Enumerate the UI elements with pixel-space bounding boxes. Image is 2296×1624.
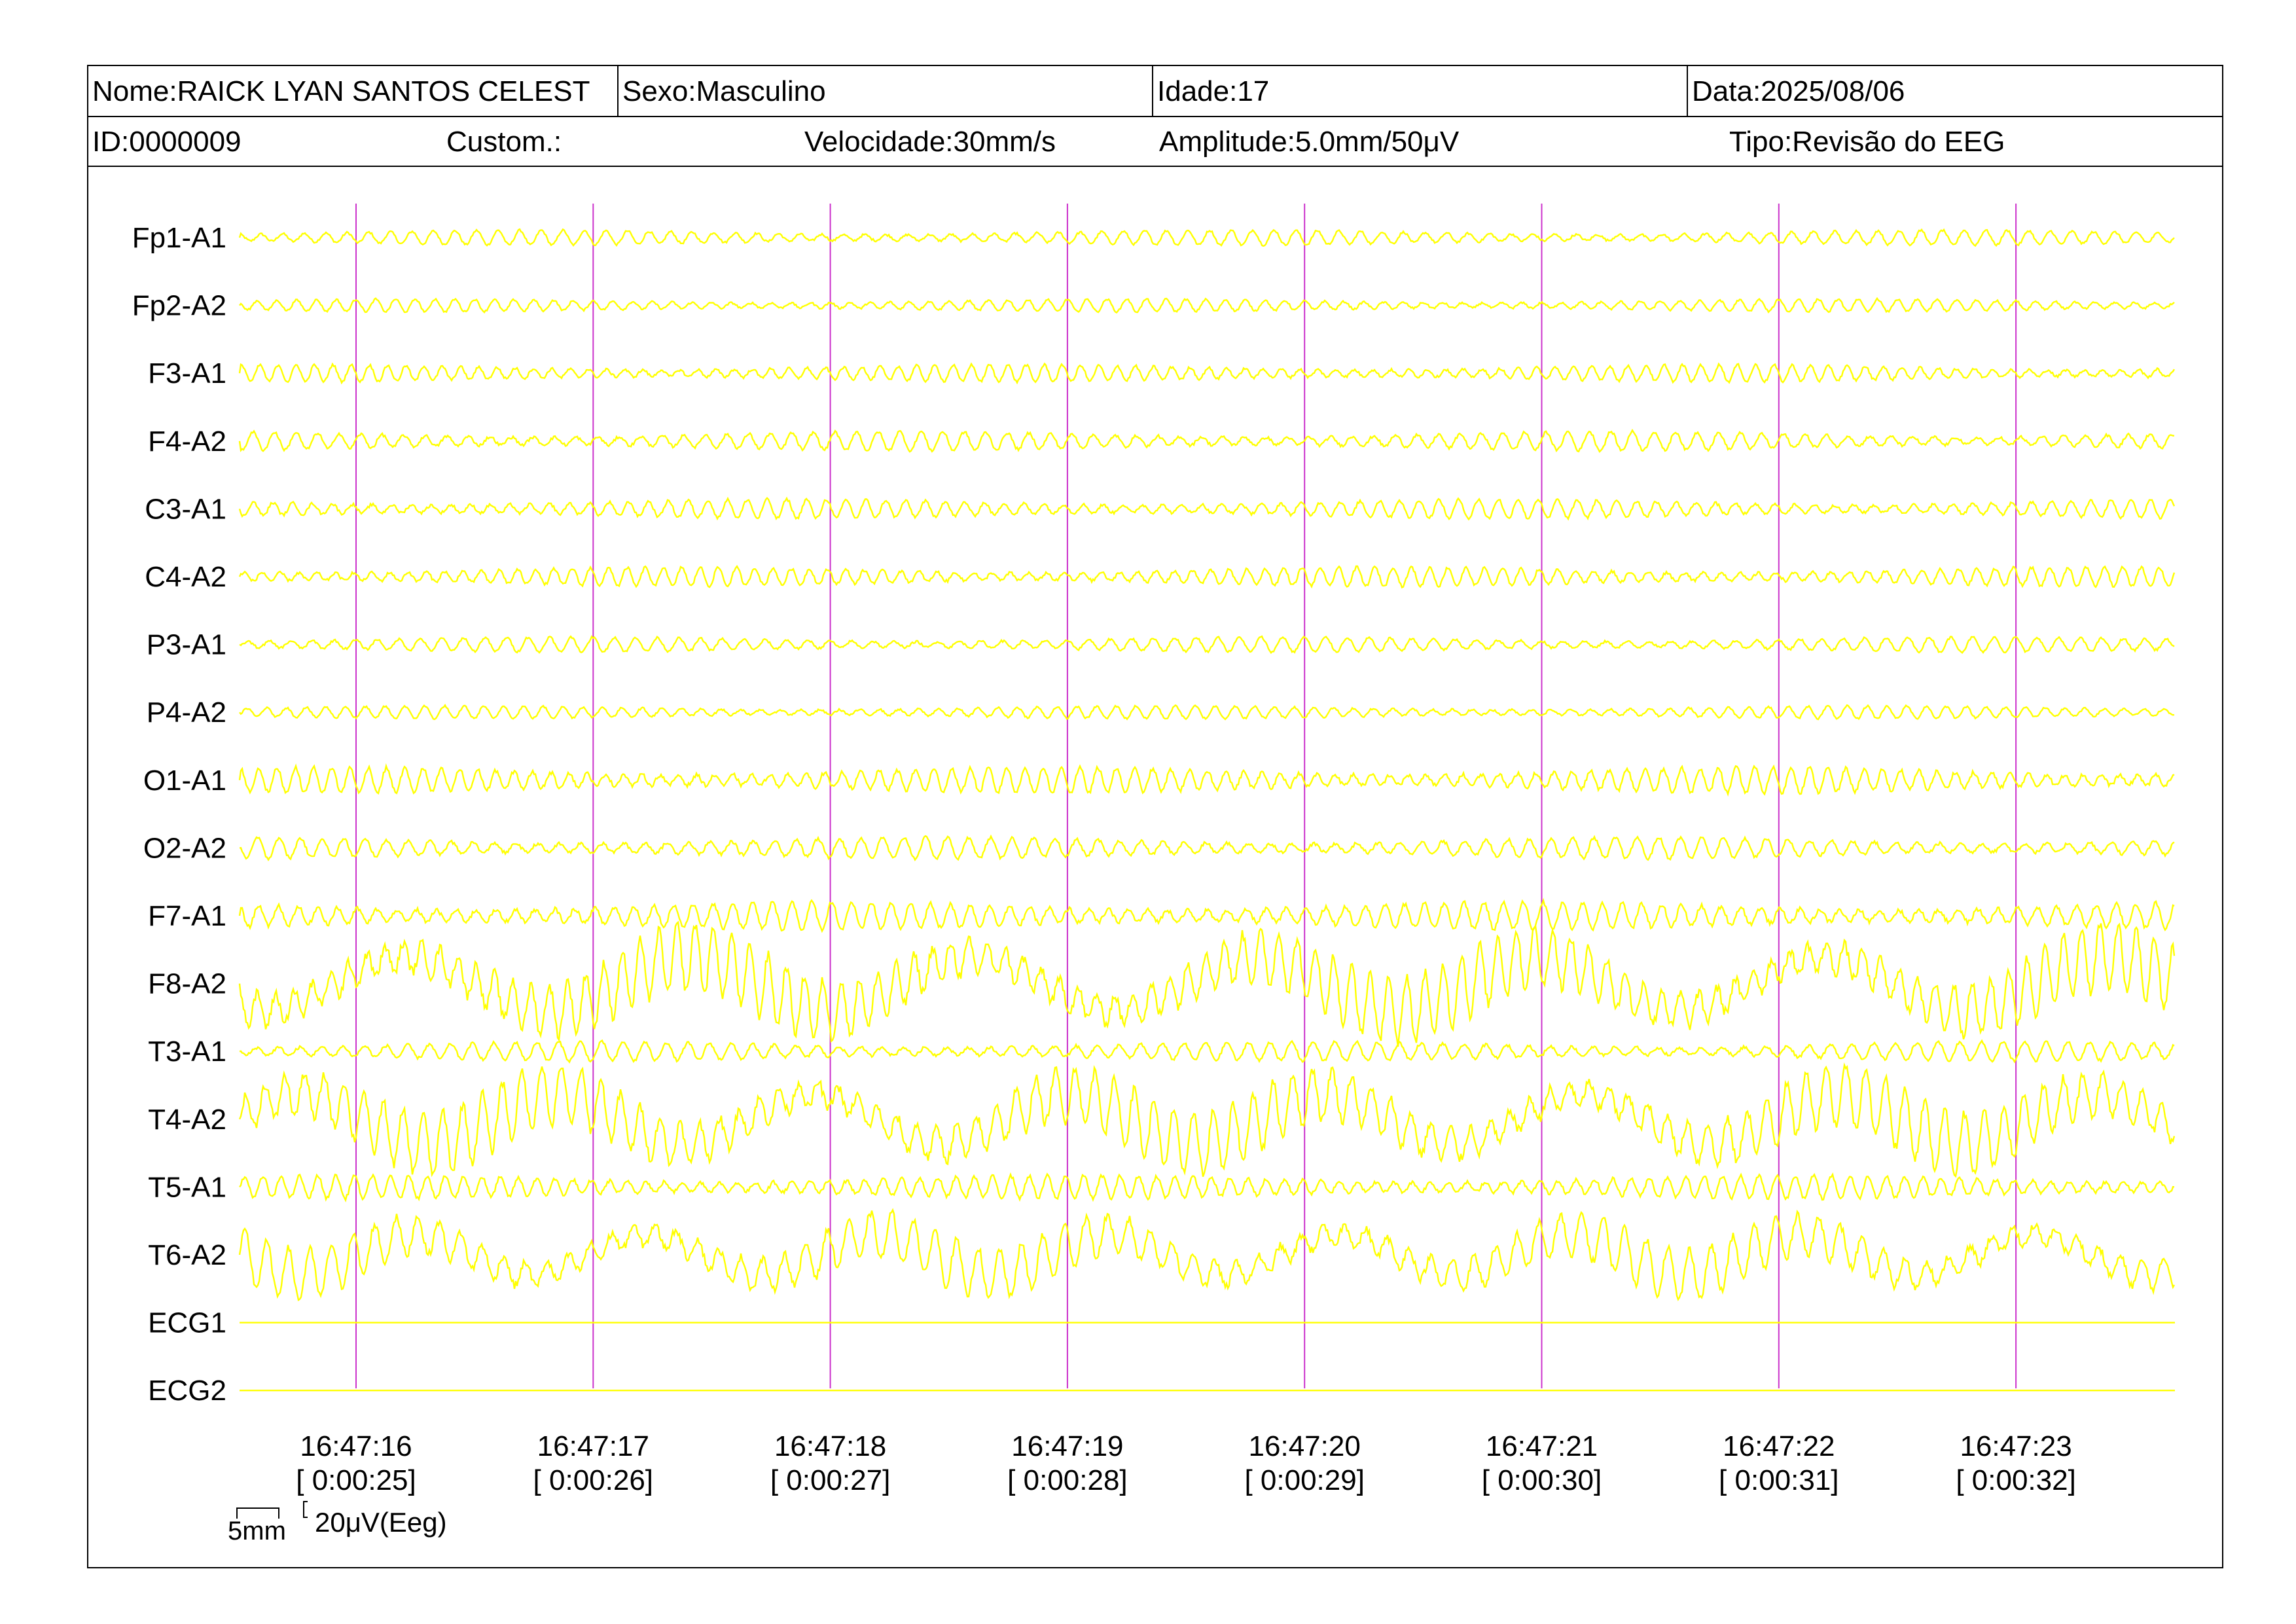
channel-label: F7-A1 [148,900,226,932]
time-label-elapsed: [ 0:00:30] [1482,1464,1602,1496]
channel-trace [238,1062,2176,1178]
time-label-clock: 16:47:19 [1011,1430,1123,1462]
channel-traces [238,228,2176,1392]
channel-trace [239,297,2175,314]
channel-label: F3-A1 [148,357,226,389]
channel-trace [238,763,2175,797]
channel-trace [238,428,2175,454]
time-label-elapsed: [ 0:00:32] [1956,1464,2075,1496]
time-label-elapsed: [ 0:00:26] [533,1464,653,1496]
time-label-elapsed: [ 0:00:25] [296,1464,416,1496]
channel-trace [239,635,2175,655]
channel-labels: Fp1-A1 Fp2-A2 F3-A1 F4-A2 C3-A1 C4-A2 P3-A1 P4-… [132,222,226,1407]
time-label-elapsed: [ 0:00:28] [1007,1464,1127,1496]
time-label-elapsed: [ 0:00:31] [1719,1464,1839,1496]
channel-label: C3-A1 [145,493,226,525]
channel-label: Fp2-A2 [132,290,226,322]
channel-trace [238,362,2176,385]
channel-label: ECG2 [148,1375,226,1407]
eeg-chart: Fp1-A1 Fp2-A2 F3-A1 F4-A2 C3-A1 C4-A2 P3-A1 P4-… [132,204,2176,1545]
channel-label: C4-A2 [145,561,226,593]
time-label-elapsed: [ 0:00:29] [1244,1464,1364,1496]
channel-label: P4-A2 [147,696,226,729]
channel-trace [238,564,2176,589]
time-labels: 16:47:16[ 0:00:25] 16:47:17[ 0:00:26] 16:4… [296,1430,2076,1496]
time-label-clock: 16:47:16 [300,1430,412,1462]
channel-label: P3-A1 [147,629,226,661]
scale-bar: 5mm 20μV(Eeg) [228,1501,447,1545]
channel-trace [238,228,2175,247]
time-label-clock: 16:47:18 [774,1430,886,1462]
channel-trace [239,834,2175,861]
time-label-elapsed: [ 0:00:27] [770,1464,890,1496]
channel-label: O2-A2 [143,832,226,864]
time-scale-label: 5mm [228,1517,286,1545]
channel-label: T3-A1 [148,1036,226,1068]
channel-label: Fp1-A1 [132,222,226,254]
channel-trace [239,1172,2174,1203]
channel-label: O1-A1 [143,765,226,797]
channel-trace [239,1039,2175,1064]
time-label-clock: 16:47:17 [537,1430,649,1462]
channel-label: ECG1 [148,1307,226,1339]
channel-label: F4-A2 [148,425,226,458]
time-label-clock: 16:47:21 [1486,1430,1598,1462]
time-label-clock: 16:47:20 [1249,1430,1361,1462]
amplitude-scale-label: 20μV(Eeg) [315,1507,447,1538]
channel-trace [238,1208,2176,1301]
channel-label: T4-A2 [148,1104,226,1136]
amplitude-scale-bracket [303,1501,308,1518]
channel-label: T6-A2 [148,1239,226,1271]
time-label-clock: 16:47:23 [1960,1430,2072,1462]
time-marker-lines [355,204,2017,1388]
channel-trace [238,897,2175,933]
time-label-clock: 16:47:22 [1723,1430,1835,1462]
channel-label: T5-A1 [148,1171,226,1203]
channel-label: F8-A2 [148,968,226,1000]
channel-trace [239,704,2175,721]
channel-trace [238,496,2176,521]
channel-trace [238,920,2176,1047]
